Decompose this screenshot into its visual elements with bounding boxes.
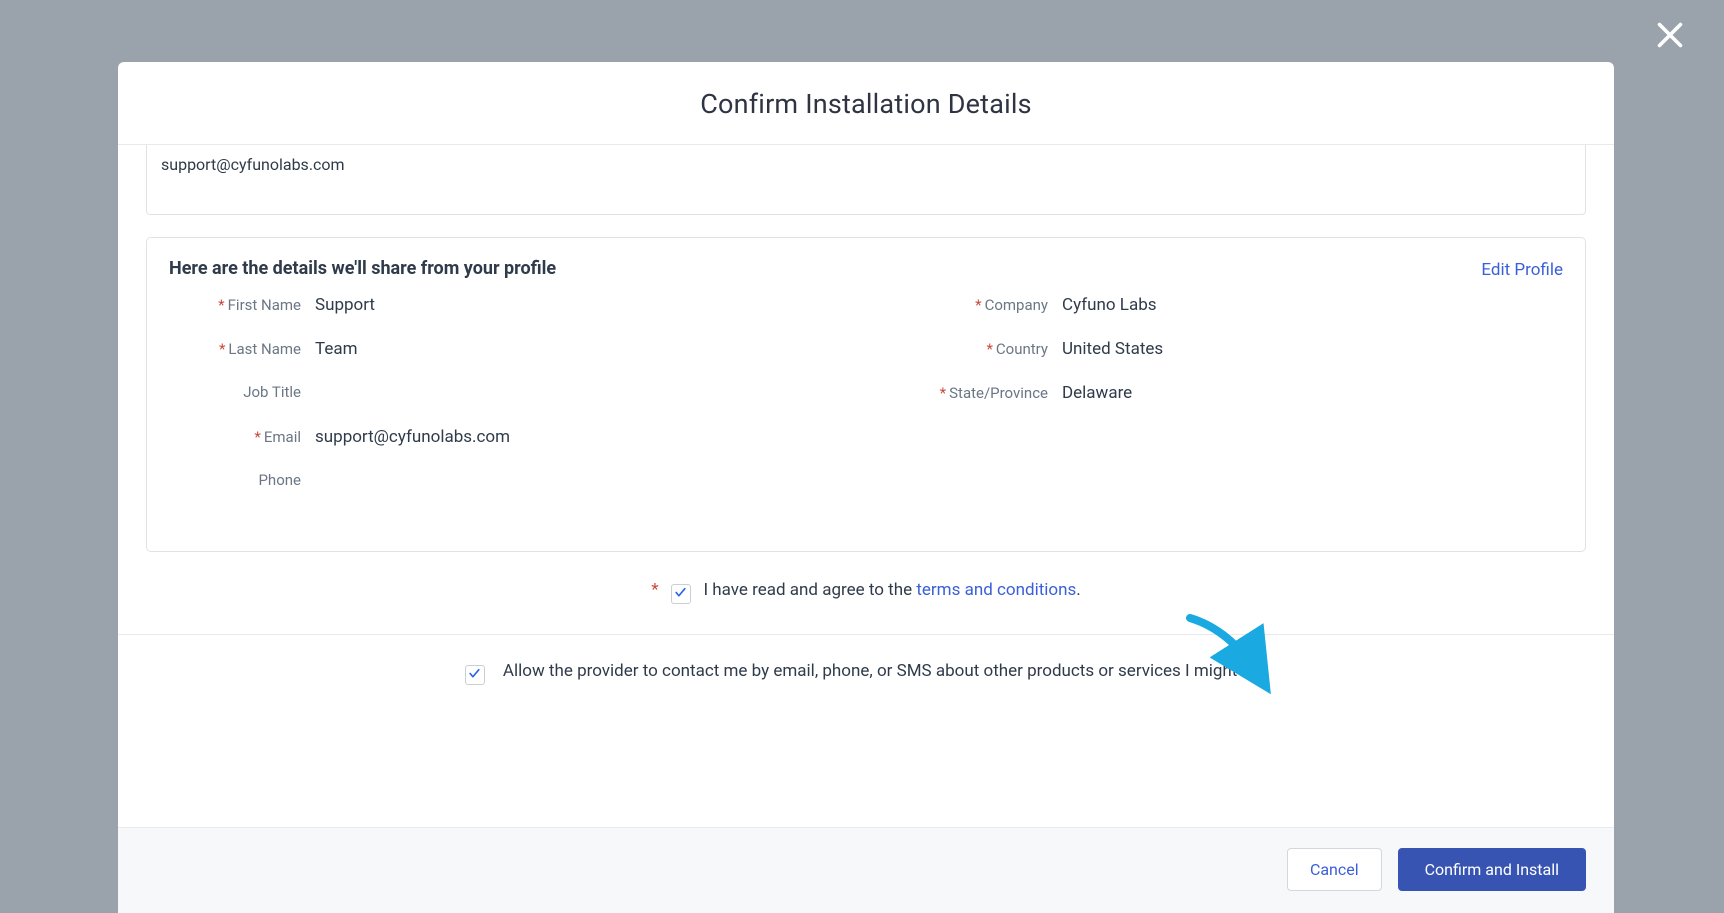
email-preview-value: support@cyfunolabs.com <box>161 155 345 174</box>
checkmark-icon <box>468 665 481 685</box>
country-label: *Country <box>896 340 1048 360</box>
close-button[interactable] <box>1652 17 1688 53</box>
field-state-province: *State/Province Delaware <box>896 383 1563 427</box>
field-job-title: Job Title <box>169 383 836 427</box>
company-value: Cyfuno Labs <box>1062 295 1563 315</box>
contact-consent-checkbox[interactable] <box>465 665 485 685</box>
modal-body: support@cyfunolabs.com Here are the deta… <box>118 145 1614 827</box>
modal-footer: Cancel Confirm and Install <box>118 827 1614 913</box>
terms-required-marker: * <box>651 580 658 600</box>
profile-heading: Here are the details we'll share from yo… <box>169 258 1563 279</box>
contact-consent-row: Allow the provider to contact me by emai… <box>146 635 1586 713</box>
phone-label: Phone <box>169 471 301 491</box>
profile-column-left: *First Name Support *Last Name Team Job … <box>169 295 836 515</box>
profile-grid: *First Name Support *Last Name Team Job … <box>169 295 1563 515</box>
install-details-modal: Confirm Installation Details support@cyf… <box>118 62 1614 913</box>
terms-link[interactable]: terms and conditions <box>916 580 1076 600</box>
state-province-label: *State/Province <box>896 384 1048 404</box>
country-value: United States <box>1062 339 1563 359</box>
close-icon <box>1652 38 1688 57</box>
field-email: *Email support@cyfunolabs.com <box>169 427 836 471</box>
field-last-name: *Last Name Team <box>169 339 836 383</box>
terms-checkbox[interactable] <box>671 584 691 604</box>
terms-text-suffix: . <box>1076 580 1080 600</box>
contact-consent-text: Allow the provider to contact me by emai… <box>503 661 1267 681</box>
checkmark-icon <box>674 584 687 604</box>
terms-row: * I have read and agree to the terms and… <box>146 552 1586 610</box>
field-country: *Country United States <box>896 339 1563 383</box>
field-company: *Company Cyfuno Labs <box>896 295 1563 339</box>
profile-details-box: Here are the details we'll share from yo… <box>146 237 1586 552</box>
edit-profile-link[interactable]: Edit Profile <box>1481 260 1563 280</box>
email-label: *Email <box>169 428 301 448</box>
email-preview-box: support@cyfunolabs.com <box>146 145 1586 215</box>
confirm-install-button[interactable]: Confirm and Install <box>1398 848 1586 891</box>
modal-title: Confirm Installation Details <box>118 88 1614 120</box>
cancel-button[interactable]: Cancel <box>1287 848 1382 891</box>
first-name-label: *First Name <box>169 296 301 316</box>
last-name-value: Team <box>315 339 836 359</box>
field-first-name: *First Name Support <box>169 295 836 339</box>
first-name-value: Support <box>315 295 836 315</box>
profile-column-right: *Company Cyfuno Labs *Country United Sta… <box>896 295 1563 515</box>
job-title-label: Job Title <box>169 383 301 403</box>
terms-text-prefix: I have read and agree to the <box>703 580 916 600</box>
last-name-label: *Last Name <box>169 340 301 360</box>
state-province-value: Delaware <box>1062 383 1563 403</box>
company-label: *Company <box>896 296 1048 316</box>
field-phone: Phone <box>169 471 836 515</box>
email-value: support@cyfunolabs.com <box>315 427 836 447</box>
modal-header: Confirm Installation Details <box>118 62 1614 145</box>
